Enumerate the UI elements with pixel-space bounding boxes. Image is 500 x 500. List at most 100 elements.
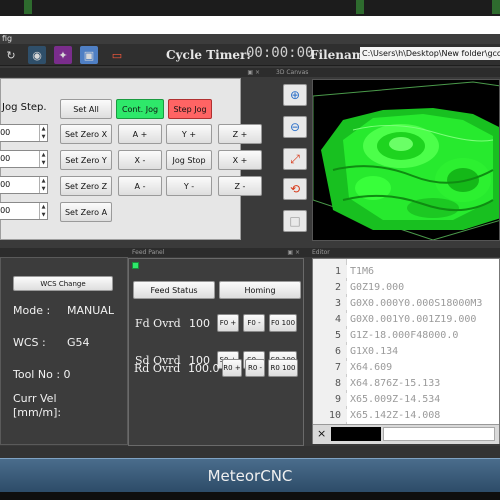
set-zero-z-button[interactable]: Set Zero Z	[60, 176, 112, 196]
bottom-edge	[0, 492, 500, 500]
brand-name: MeteorCNC	[207, 467, 293, 485]
jog-z-plus-button[interactable]: Z +	[218, 124, 262, 144]
jog-x-minus-button[interactable]: X -	[118, 150, 162, 170]
close-icon[interactable]: ×	[317, 427, 326, 440]
feed-panel: Feed Status Homing Fd Ovrd 100 F0 + F0 -…	[128, 258, 304, 446]
wcs-change-button[interactable]: WCS Change	[13, 276, 113, 291]
jog-stop-button[interactable]: Jog Stop	[166, 150, 212, 170]
jog-y-minus-button[interactable]: Y -	[166, 176, 212, 196]
current-velocity-label: Curr Vel	[13, 392, 57, 405]
code-line: 1 T1M6	[313, 265, 499, 278]
code-line: 2 G0Z19.000	[313, 281, 499, 294]
machine-status-panel: WCS Change Mode : MANUAL WCS : G54 Tool …	[0, 257, 128, 445]
jog-a-plus-button[interactable]: A +	[118, 124, 162, 144]
feed-override-value: 100	[189, 317, 210, 330]
mode-value: MANUAL	[67, 304, 114, 317]
jog-step-label: Jog Step.	[2, 102, 47, 113]
feed-panel-strip: Feed Panel ▣ ×	[128, 248, 304, 257]
spin-arrows-icon[interactable]: ▲ ▼	[39, 125, 47, 141]
jog-panel-strip: ▣ ×	[0, 68, 264, 77]
tool-number: Tool No : 0	[13, 368, 71, 381]
jog-step-value: 100	[0, 206, 11, 215]
rapid-100-button[interactable]: R0 100	[268, 359, 298, 377]
bottom-gap	[0, 446, 500, 458]
editor-command-bar: ×	[313, 424, 499, 444]
title-strip	[0, 0, 500, 16]
spin-arrows-icon[interactable]: ▲ ▼	[39, 151, 47, 167]
reset-view-icon[interactable]: □	[283, 210, 307, 232]
brand-bar: MeteorCNC	[0, 458, 500, 492]
rotate-view-icon[interactable]: ⟲	[283, 178, 307, 200]
menu-bar[interactable]: fig	[0, 34, 500, 44]
jog-x-plus-button[interactable]: X +	[218, 150, 262, 170]
command-field[interactable]	[383, 427, 495, 441]
title-strip-tick	[24, 0, 32, 14]
set-zero-y-button[interactable]: Set Zero Y	[60, 150, 112, 170]
code-line: 7 X64.609	[313, 361, 499, 374]
meteorcnc-window: fig ↻ ◉ ✦ ▣ ▭ Cycle Timer: 00:00:00 File…	[0, 0, 500, 500]
spin-arrows-icon[interactable]: ▲ ▼	[39, 203, 47, 219]
pin-icon[interactable]: ▣ ×	[247, 68, 260, 77]
jog-step-input-2[interactable]: 100 ▲▼	[0, 150, 48, 168]
feed-panel-title: Feed Panel	[132, 249, 165, 256]
code-line: 9 X65.009Z-14.534	[313, 393, 499, 406]
feed-plus-button[interactable]: F0 +	[217, 314, 239, 332]
menu-label[interactable]: fig	[2, 34, 12, 43]
status-panel-strip	[0, 248, 128, 257]
magic-icon[interactable]: ✦	[54, 46, 72, 64]
code-line: 8 X64.876Z-15.133	[313, 377, 499, 390]
globe-icon[interactable]: ◉	[28, 46, 46, 64]
feed-minus-button[interactable]: F0 -	[243, 314, 265, 332]
set-all-button[interactable]: Set All	[60, 99, 112, 119]
jog-step-value: 100	[0, 154, 11, 163]
monitor-icon[interactable]: ▭	[108, 46, 126, 64]
homing-button[interactable]: Homing	[219, 281, 301, 299]
code-line: 10 X65.142Z-14.008	[313, 409, 499, 422]
toolpath-3d-view[interactable]	[312, 79, 500, 241]
feed-status-button[interactable]: Feed Status	[133, 281, 215, 299]
code-line: 3 G0X0.000Y0.000S18000M3	[313, 297, 499, 310]
toolpath-mesh	[313, 81, 499, 240]
window-icon[interactable]: ▣	[80, 46, 98, 64]
current-velocity-unit: [mm/m]:	[13, 406, 62, 419]
set-zero-a-button[interactable]: Set Zero A	[60, 202, 112, 222]
fit-view-icon[interactable]: ⤢	[283, 148, 307, 170]
rapid-override-value: 100.0	[188, 362, 220, 375]
rapid-minus-button[interactable]: R0 -	[245, 359, 265, 377]
command-input[interactable]	[331, 427, 381, 441]
cycle-timer-value: 00:00:00	[246, 45, 314, 61]
wcs-value: G54	[67, 336, 90, 349]
filename-field[interactable]: C:\Users\h\Desktop\New folder\gco	[360, 47, 500, 60]
cont-jog-button[interactable]: Cont. Jog	[116, 99, 164, 119]
mode-label: Mode :	[13, 304, 51, 317]
editor-title: Editor	[312, 249, 330, 256]
view3d-title: 3D Canvas	[276, 69, 309, 76]
jog-y-plus-button[interactable]: Y +	[166, 124, 212, 144]
refresh-icon[interactable]: ↻	[2, 46, 20, 64]
step-jog-button[interactable]: Step Jog	[168, 99, 212, 119]
code-line: 4 G0X0.001Y0.001Z19.000	[313, 313, 499, 326]
zoom-out-icon[interactable]: ⊖	[283, 116, 307, 138]
spin-arrows-icon[interactable]: ▲ ▼	[39, 177, 47, 193]
rapid-plus-button[interactable]: R0 +	[222, 359, 242, 377]
code-line: 6 G1X0.134	[313, 345, 499, 358]
view3d-strip: 3D Canvas	[264, 68, 500, 77]
zoom-in-icon[interactable]: ⊕	[283, 84, 307, 106]
jog-step-value: 100	[0, 128, 11, 137]
view-toolbar: ⊕ ⊖ ⤢ ⟲ □	[279, 78, 312, 240]
jog-z-minus-button[interactable]: Z -	[218, 176, 262, 196]
jog-step-input-1[interactable]: 100 ▲▼	[0, 124, 48, 142]
rapid-override-label: Rd Ovrd	[134, 362, 181, 375]
editor-strip: Editor	[304, 248, 500, 257]
feed-indicator	[132, 262, 139, 269]
jog-step-value: 100	[0, 180, 11, 189]
pin-icon[interactable]: ▣ ×	[287, 248, 300, 257]
jog-step-input-3[interactable]: 100 ▲▼	[0, 176, 48, 194]
gcode-editor[interactable]: 1 T1M6 2 G0Z19.000 3 G0X0.000Y0.000S18000M3…	[312, 258, 500, 444]
set-zero-x-button[interactable]: Set Zero X	[60, 124, 112, 144]
jog-step-input-4[interactable]: 100 ▲▼	[0, 202, 48, 220]
jog-a-minus-button[interactable]: A -	[118, 176, 162, 196]
feed-100-button[interactable]: F0 100	[269, 314, 297, 332]
title-strip-tick	[492, 0, 500, 14]
title-strip-tick	[356, 0, 364, 14]
